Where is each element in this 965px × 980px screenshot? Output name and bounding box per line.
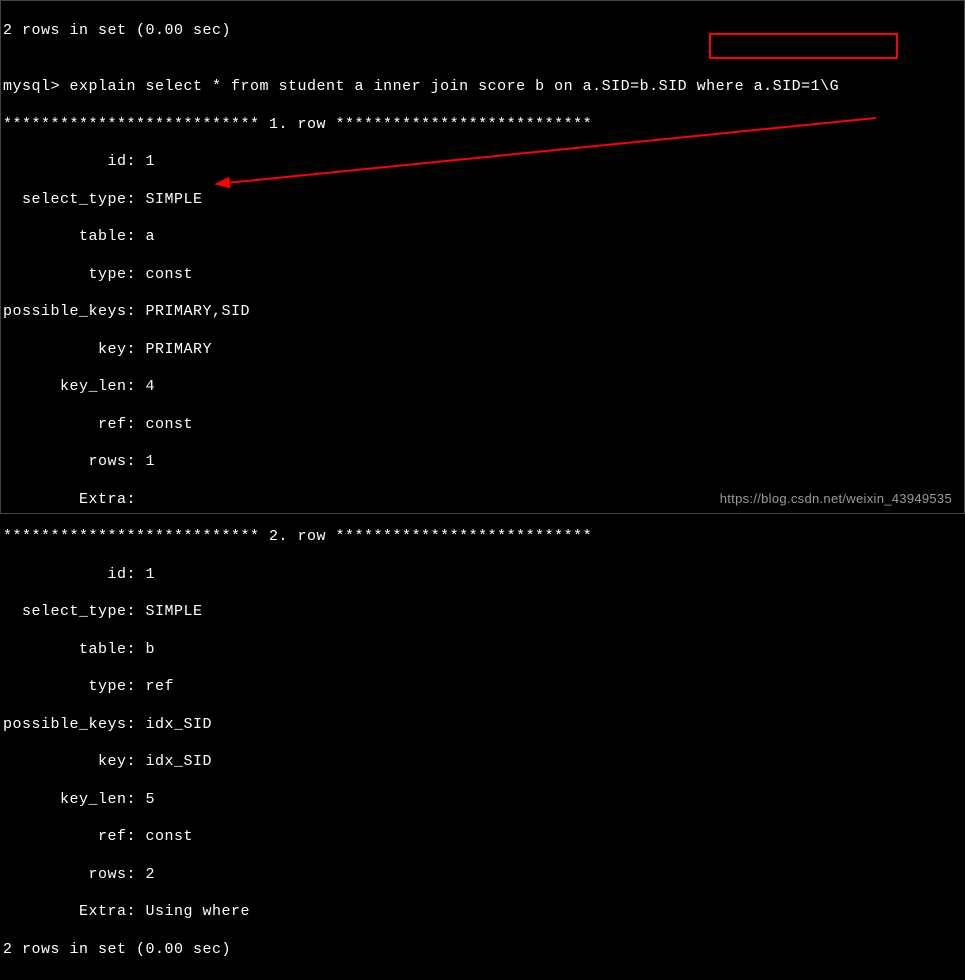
prev-result-line: 2 rows in set (0.00 sec) — [3, 22, 962, 41]
row1-key: key: PRIMARY — [3, 341, 962, 360]
query-text-1: explain select * from student a inner jo… — [70, 78, 697, 95]
row2-table: table: b — [3, 641, 962, 660]
command-line: mysql> explain select * from student a i… — [3, 78, 962, 97]
row1-table: table: a — [3, 228, 962, 247]
row1-header: *************************** 1. row *****… — [3, 116, 962, 135]
row2-ref: ref: const — [3, 828, 962, 847]
row2-type: type: ref — [3, 678, 962, 697]
footer-line: 2 rows in set (0.00 sec) — [3, 941, 962, 960]
row1-select-type: select_type: SIMPLE — [3, 191, 962, 210]
row1-possible-keys: possible_keys: PRIMARY,SID — [3, 303, 962, 322]
row2-select-type: select_type: SIMPLE — [3, 603, 962, 622]
row2-id: id: 1 — [3, 566, 962, 585]
query-text-highlighted: where a.SID=1\G — [697, 78, 840, 95]
row1-id: id: 1 — [3, 153, 962, 172]
row2-extra: Extra: Using where — [3, 903, 962, 922]
row2-possible-keys: possible_keys: idx_SID — [3, 716, 962, 735]
row1-type: type: const — [3, 266, 962, 285]
row2-header: *************************** 2. row *****… — [3, 528, 962, 547]
row2-key-len: key_len: 5 — [3, 791, 962, 810]
row2-rows: rows: 2 — [3, 866, 962, 885]
watermark-text: https://blog.csdn.net/weixin_43949535 — [720, 491, 952, 507]
row2-key: key: idx_SID — [3, 753, 962, 772]
mysql-prompt: mysql> — [3, 78, 70, 95]
row1-rows: rows: 1 — [3, 453, 962, 472]
row1-key-len: key_len: 4 — [3, 378, 962, 397]
row1-ref: ref: const — [3, 416, 962, 435]
